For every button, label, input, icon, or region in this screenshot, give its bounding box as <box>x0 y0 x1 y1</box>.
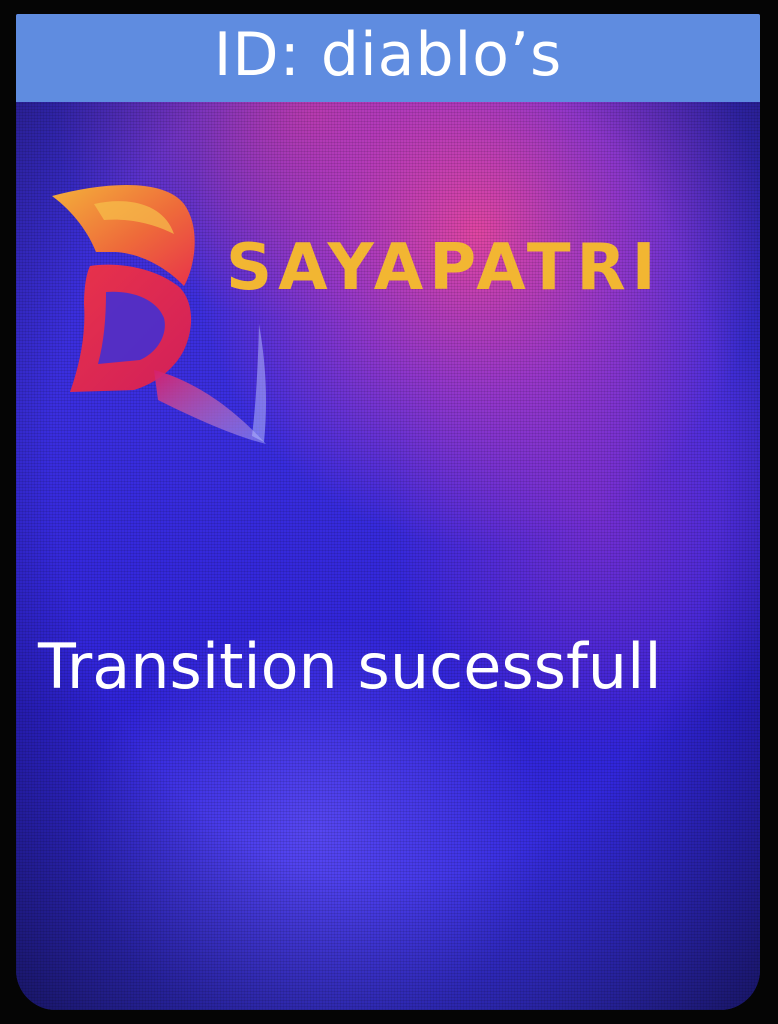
display-screen: ID: diablo’s SAYAPATRI Transition sucess… <box>16 14 760 1010</box>
device-frame: ID: diablo’s SAYAPATRI Transition sucess… <box>0 0 778 1024</box>
header-bar: ID: diablo’s <box>16 14 760 102</box>
sayapatri-logo-icon <box>34 174 274 444</box>
screen-vignette <box>16 14 760 1010</box>
device-id-title: ID: diablo’s <box>213 20 563 90</box>
brand-name: SAYAPATRI <box>226 231 662 305</box>
status-message: Transition sucessfull <box>38 630 662 703</box>
